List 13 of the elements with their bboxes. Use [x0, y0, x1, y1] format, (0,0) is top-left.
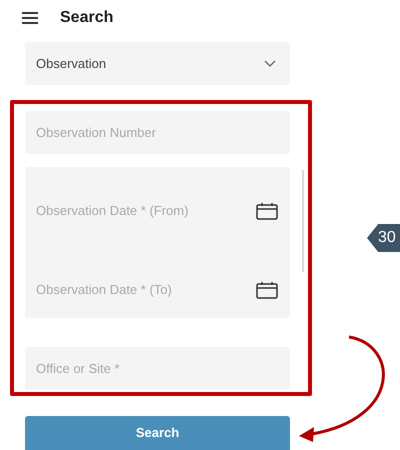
text-field[interactable]: Observation Number [25, 111, 290, 154]
search-button[interactable]: Search [25, 416, 290, 450]
date-field[interactable]: Observation Date * (To) [36, 280, 248, 300]
page-title: Search [60, 8, 114, 28]
text-field[interactable]: Office or Site * [25, 347, 290, 390]
date-field[interactable]: Observation Date * (From) [36, 201, 248, 221]
menu-icon[interactable] [22, 12, 38, 24]
callout-badge: 30 [367, 224, 400, 252]
calendar-icon[interactable] [256, 281, 278, 299]
calendar-icon[interactable] [256, 202, 278, 220]
scrollbar[interactable] [302, 170, 304, 272]
chevron-down-icon [264, 60, 276, 67]
type-dropdown[interactable]: Observation [25, 42, 290, 85]
